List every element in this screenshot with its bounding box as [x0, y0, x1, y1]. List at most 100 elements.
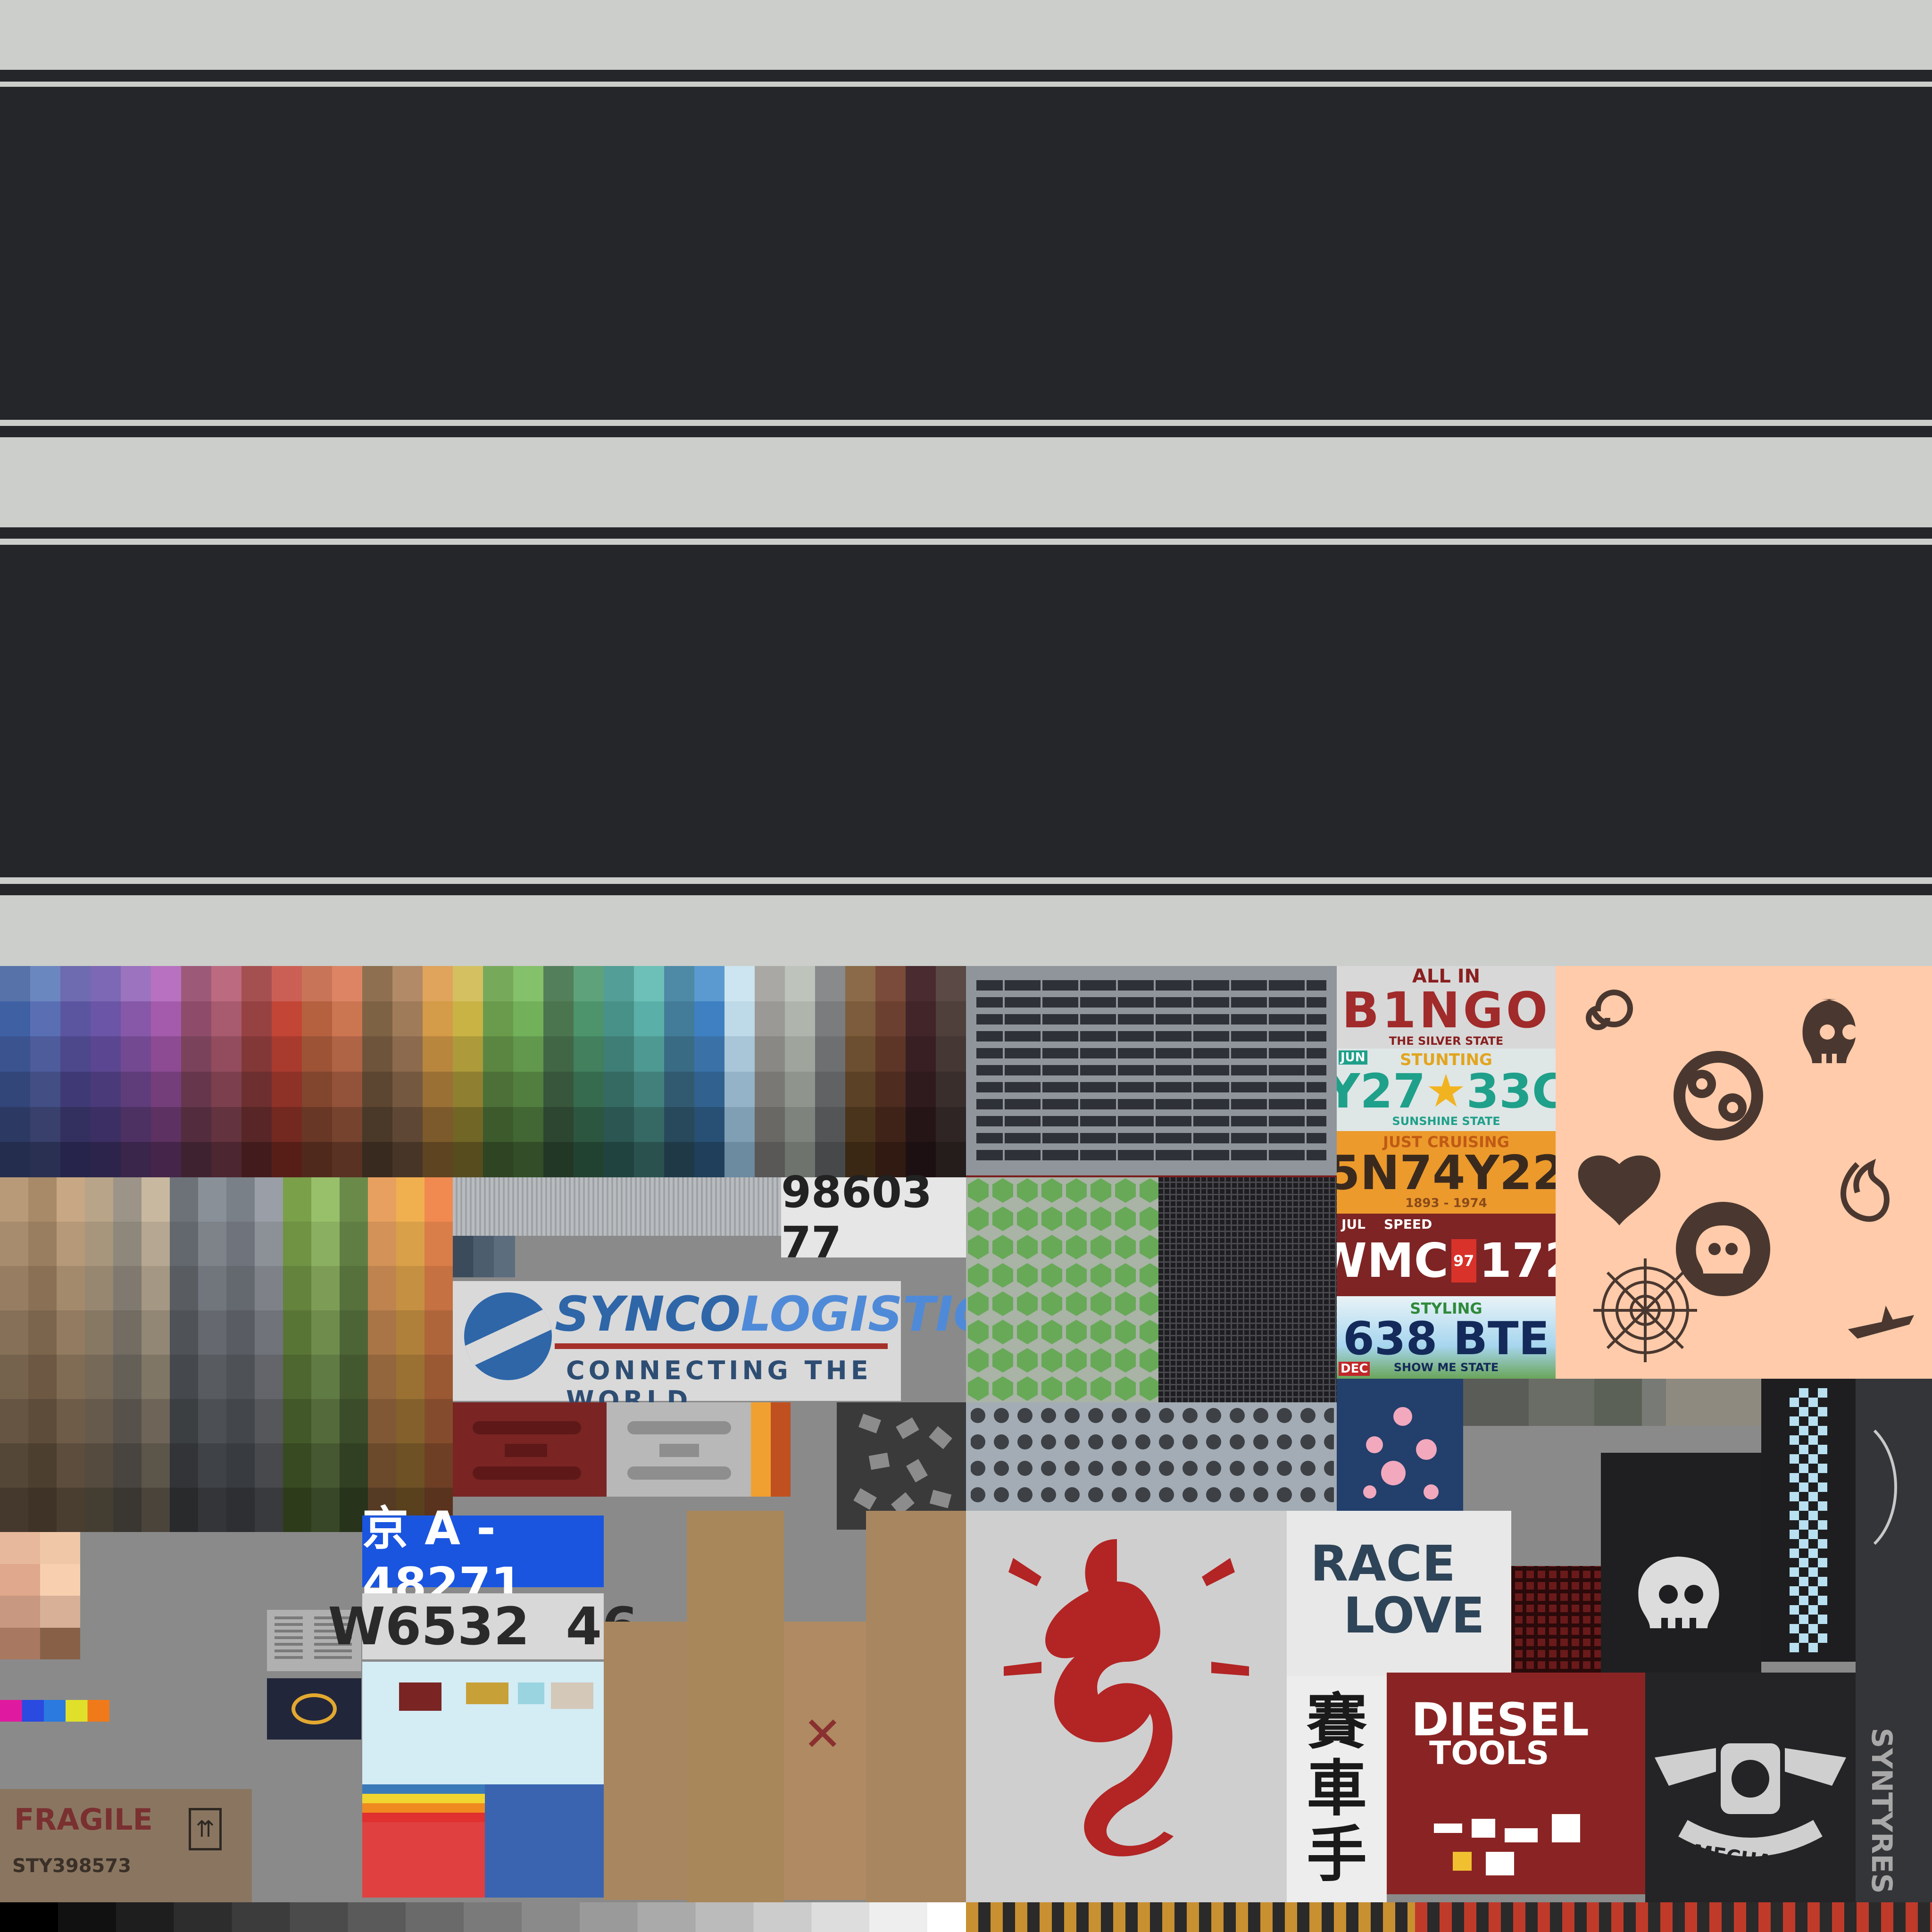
palette-swatch	[57, 1177, 85, 1222]
palette-swatch	[875, 1036, 906, 1072]
palette-swatch	[142, 1399, 170, 1443]
palette-swatch	[785, 1071, 815, 1107]
palette-swatch	[30, 966, 60, 1001]
palette-swatch	[170, 1399, 198, 1443]
palette-swatch	[396, 1310, 425, 1355]
palette-swatch	[255, 1177, 283, 1222]
chinese-text-panel: 賽 車 手	[1287, 1676, 1387, 1902]
palette-swatch	[151, 1071, 181, 1107]
palette-swatch	[255, 1355, 283, 1399]
skull-icon	[1638, 1557, 1719, 1628]
palette-swatch	[211, 1036, 242, 1072]
up-arrows-icon: ⇈	[189, 1808, 222, 1850]
license-plate-cruising: JUST CRUISING 5N74Y22 1893 - 1974	[1337, 1131, 1556, 1214]
fragile-code: STY398573	[12, 1855, 132, 1877]
palette-swatch	[332, 1071, 362, 1107]
palette-swatch	[0, 1036, 30, 1072]
plate-main-text: 638 BTE	[1342, 1312, 1550, 1366]
palette-swatch	[340, 1266, 368, 1310]
palette-swatch	[724, 1071, 755, 1107]
palette-swatch	[113, 1355, 142, 1399]
palette-swatch	[425, 1266, 453, 1310]
palette-swatch	[311, 1488, 340, 1532]
plate-month: DEC	[1339, 1362, 1370, 1376]
palette-swatch	[604, 1036, 634, 1072]
palette-swatch	[113, 1443, 142, 1488]
palette-swatch	[226, 1266, 255, 1310]
syntyres-text: SYNTYRES	[1865, 1728, 1898, 1894]
palette-swatch	[302, 1071, 332, 1107]
road-edge-line-bottom	[0, 884, 1932, 895]
palette-swatch	[332, 1142, 362, 1177]
palette-swatch	[423, 1142, 453, 1177]
palette-swatch	[845, 1036, 875, 1072]
plate-main-left: WMC	[1337, 1232, 1449, 1288]
palette-swatch	[396, 1177, 425, 1222]
palette-swatch	[664, 1036, 694, 1072]
small-logo-badge	[267, 1678, 361, 1740]
palette-swatch	[91, 1071, 121, 1107]
palette-swatch	[226, 1355, 255, 1399]
palette-swatch	[664, 1142, 694, 1177]
palette-swatch	[113, 1310, 142, 1355]
palette-swatch	[142, 1310, 170, 1355]
palette-swatch	[425, 1222, 453, 1266]
synco-globe-icon	[464, 1292, 552, 1380]
palette-swatch	[368, 1222, 396, 1266]
palette-swatch	[815, 1036, 845, 1072]
palette-swatch	[483, 1107, 513, 1142]
gears-icon	[1674, 1051, 1763, 1141]
palette-swatch	[40, 1627, 80, 1659]
plate-bottom-text: SHOW ME STATE	[1393, 1361, 1499, 1374]
palette-swatch	[513, 1071, 543, 1107]
x-mark-icon: ✕	[803, 1708, 842, 1761]
hex-mesh-panel	[966, 1177, 1158, 1402]
plate-main-left: Y27	[1337, 1064, 1426, 1119]
palette-swatch	[30, 1142, 60, 1177]
palette-swatch	[453, 1142, 483, 1177]
palette-swatch	[453, 966, 483, 1001]
palette-swatch	[283, 1177, 311, 1222]
palette-swatch	[0, 966, 30, 1001]
palette-swatch	[302, 1107, 332, 1142]
palette-swatch	[340, 1355, 368, 1399]
palette-swatch	[634, 1107, 664, 1142]
skull-cog-icon	[1676, 1202, 1770, 1296]
wood-panel-2	[687, 1511, 784, 1902]
palette-swatch	[57, 1399, 85, 1443]
palette-swatch	[368, 1177, 396, 1222]
palette-swatch	[785, 966, 815, 1001]
red-panel	[453, 1402, 607, 1497]
plaid-swatch	[1511, 1566, 1601, 1673]
palette-swatch	[121, 1142, 151, 1177]
palette-swatch	[0, 1107, 30, 1142]
palette-swatch	[664, 1071, 694, 1107]
palette-swatch	[362, 1142, 392, 1177]
road-edge-line-mid-b	[0, 527, 1932, 539]
palette-swatch	[423, 1071, 453, 1107]
palette-swatch	[302, 1001, 332, 1037]
palette-swatch	[483, 1036, 513, 1072]
palette-swatch	[181, 1071, 211, 1107]
palette-swatch	[875, 1107, 906, 1142]
palette-swatch	[151, 1001, 181, 1037]
color-bar-swatches	[0, 1700, 109, 1722]
palette-swatch	[724, 1142, 755, 1177]
palette-swatch	[272, 1036, 302, 1072]
palette-swatch	[0, 1596, 40, 1628]
plate-main-text: W6532 46	[328, 1596, 638, 1657]
palette-swatch	[425, 1443, 453, 1488]
synco-name: SYNCO LOGISTICS	[555, 1291, 1022, 1339]
palette-swatch	[453, 1036, 483, 1072]
palette-swatch	[311, 1177, 340, 1222]
palette-swatch	[142, 1355, 170, 1399]
palette-swatch	[368, 1310, 396, 1355]
swirl-icon	[1586, 990, 1633, 1030]
palette-swatch	[255, 1488, 283, 1532]
palette-swatch	[368, 1355, 396, 1399]
palette-swatch	[170, 1222, 198, 1266]
palette-swatch	[283, 1266, 311, 1310]
blue-gray-swatches	[453, 1236, 515, 1277]
palette-swatch	[40, 1532, 80, 1564]
palette-swatch	[255, 1310, 283, 1355]
